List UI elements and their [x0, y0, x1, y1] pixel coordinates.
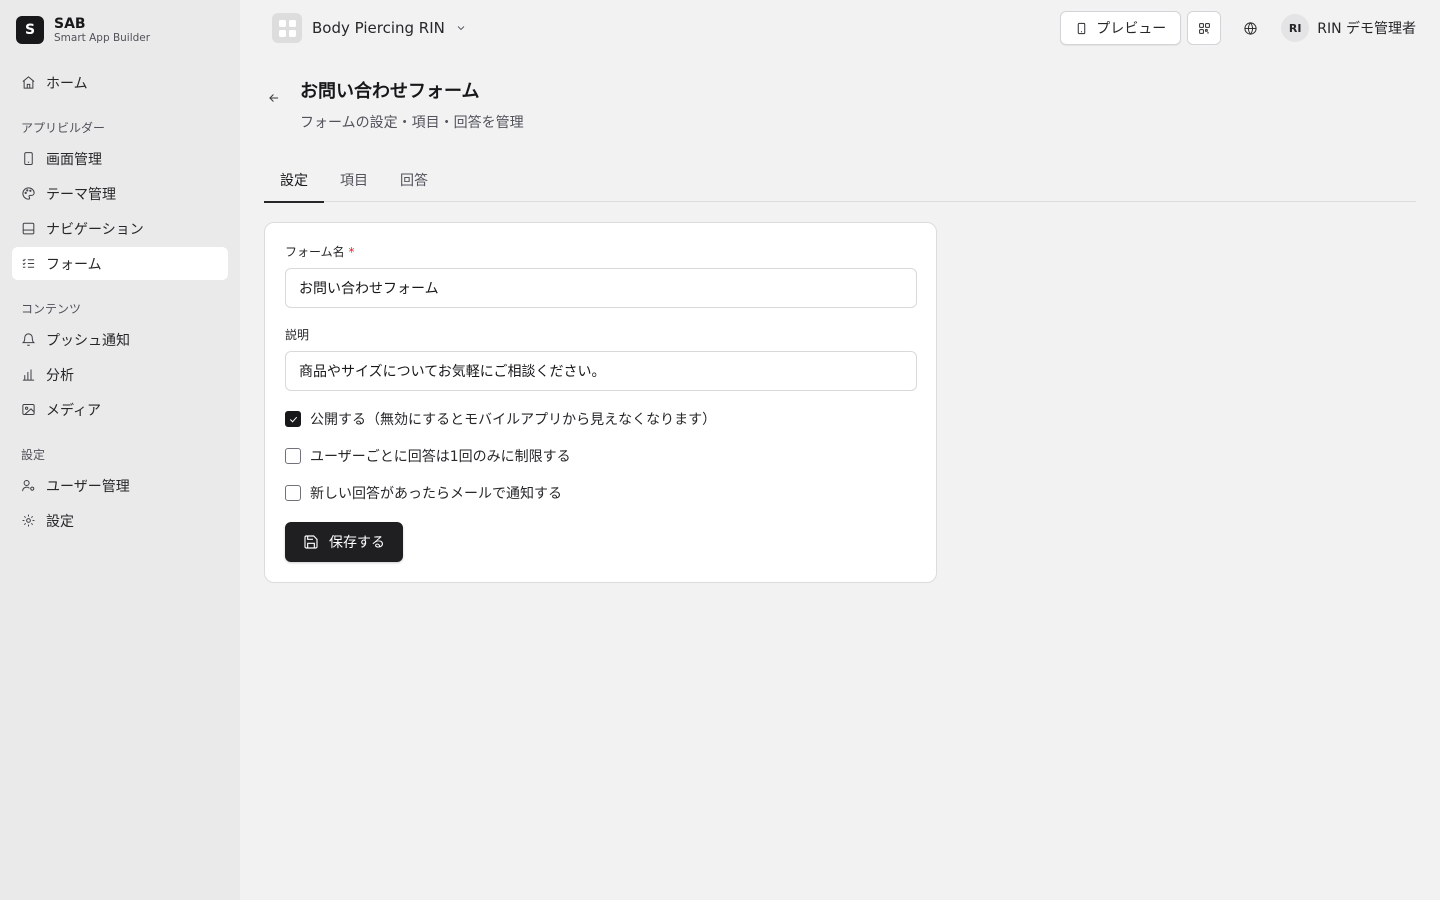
sidebar-item-label: 分析 — [46, 367, 74, 384]
sidebar-item-theme[interactable]: テーマ管理 — [12, 177, 228, 210]
sidebar-item-label: フォーム — [46, 256, 102, 273]
sidebar-nav: ホーム アプリビルダー 画面管理 テーマ管理 ナビゲーション フォーム コンテン… — [12, 66, 228, 537]
chevron-down-icon — [455, 19, 467, 38]
page-heading: お問い合わせフォーム フォームの設定・項目・回答を管理 — [300, 80, 524, 132]
brand-logo: S — [16, 16, 44, 44]
publish-option-label: 公開する（無効にするとモバイルアプリから見えなくなります） — [310, 412, 717, 428]
qr-code-button[interactable] — [1187, 11, 1222, 45]
publish-option[interactable]: 公開する（無効にするとモバイルアプリから見えなくなります） — [285, 409, 916, 429]
sidebar: S SAB Smart App Builder ホーム アプリビルダー 画面管理… — [0, 0, 240, 900]
sidebar-section-content: コンテンツ — [21, 302, 82, 316]
form-name-label: フォーム名 * — [285, 243, 916, 260]
preview-button-label: プレビュー — [1096, 20, 1167, 36]
panel-bottom-icon — [22, 222, 35, 235]
avatar: RI — [1281, 14, 1310, 42]
limit-once-option[interactable]: ユーザーごとに回答は1回のみに制限する — [285, 446, 916, 466]
sidebar-item-home[interactable]: ホーム — [12, 66, 228, 99]
tab-bar: 設定 項目 回答 — [264, 158, 1416, 203]
sidebar-item-navigation[interactable]: ナビゲーション — [12, 212, 228, 245]
app-root: S SAB Smart App Builder ホーム アプリビルダー 画面管理… — [0, 0, 1440, 900]
language-button[interactable] — [1233, 11, 1267, 45]
page-title: お問い合わせフォーム — [300, 81, 480, 102]
sidebar-item-label: ホーム — [46, 75, 88, 92]
sidebar-section-settings: 設定 — [21, 448, 46, 462]
form-name-label-text: フォーム名 — [285, 245, 345, 259]
email-notify-checkbox[interactable] — [285, 485, 301, 501]
sidebar-section-builder: アプリビルダー — [21, 121, 106, 135]
email-notify-option[interactable]: 新しい回答があったらメールで通知する — [285, 483, 916, 503]
back-button[interactable] — [264, 88, 284, 108]
user-menu[interactable]: RI RIN デモ管理者 — [1281, 14, 1416, 42]
topbar: Body Piercing RIN プレビュー RI RIN デモ管理者 — [240, 0, 1440, 56]
publish-checkbox[interactable] — [285, 411, 301, 427]
sidebar-item-push[interactable]: プッシュ通知 — [12, 323, 228, 356]
smartphone-icon — [1077, 22, 1086, 34]
form-settings-card: フォーム名 * 説明 公開する（無効にするとモバイルアプリから見えなくなります） — [264, 222, 937, 583]
tab-fields[interactable]: 項目 — [324, 158, 384, 202]
description-input[interactable] — [285, 351, 917, 391]
sidebar-item-label: ユーザー管理 — [46, 478, 130, 495]
topbar-actions: プレビュー RI RIN デモ管理者 — [1060, 11, 1416, 45]
grid-icon — [272, 13, 302, 43]
sidebar-item-screens[interactable]: 画面管理 — [12, 142, 228, 175]
brand-subtitle: Smart App Builder — [54, 32, 151, 45]
page-header: お問い合わせフォーム フォームの設定・項目・回答を管理 — [264, 80, 1416, 132]
form-name-input[interactable] — [285, 268, 917, 308]
form-name-field: フォーム名 * — [285, 243, 917, 308]
image-icon — [22, 404, 35, 415]
tab-responses[interactable]: 回答 — [384, 158, 444, 202]
qr-code-icon — [1198, 22, 1210, 34]
user-cog-icon — [22, 480, 35, 492]
sidebar-item-label: メディア — [46, 402, 102, 419]
sidebar-item-label: テーマ管理 — [46, 186, 116, 203]
content: お問い合わせフォーム フォームの設定・項目・回答を管理 設定 項目 回答 フォー… — [240, 56, 1440, 583]
save-button-label: 保存する — [329, 535, 385, 551]
brand[interactable]: S SAB Smart App Builder — [12, 12, 228, 46]
preview-button[interactable]: プレビュー — [1060, 11, 1182, 45]
limit-once-checkbox[interactable] — [285, 448, 301, 464]
required-mark: * — [348, 245, 355, 259]
sidebar-item-users[interactable]: ユーザー管理 — [12, 469, 228, 502]
app-name: Body Piercing RIN — [312, 19, 445, 37]
bell-icon — [21, 333, 36, 346]
sidebar-item-label: 画面管理 — [46, 151, 102, 168]
gear-icon — [22, 514, 35, 527]
home-icon — [22, 76, 35, 89]
page-subtitle: フォームの設定・項目・回答を管理 — [300, 115, 524, 131]
app-switcher[interactable]: Body Piercing RIN — [272, 13, 467, 43]
user-name: RIN デモ管理者 — [1317, 21, 1416, 37]
sidebar-item-settings[interactable]: 設定 — [12, 504, 228, 537]
smartphone-icon — [24, 152, 33, 165]
globe-icon — [1244, 21, 1257, 35]
save-button[interactable]: 保存する — [285, 522, 403, 562]
email-notify-option-label: 新しい回答があったらメールで通知する — [310, 486, 562, 502]
sidebar-item-label: 設定 — [46, 513, 74, 530]
palette-icon — [22, 187, 35, 200]
arrow-left-icon — [269, 94, 279, 102]
sidebar-item-label: プッシュ通知 — [46, 332, 130, 349]
sidebar-item-analytics[interactable]: 分析 — [12, 358, 228, 391]
brand-name: SAB — [54, 15, 86, 32]
main-area: Body Piercing RIN プレビュー RI RIN デモ管理者 お問い… — [240, 0, 1440, 900]
brand-text: SAB Smart App Builder — [54, 16, 150, 44]
sidebar-item-label: ナビゲーション — [46, 221, 144, 238]
check-icon — [289, 416, 297, 423]
bar-chart-icon — [22, 369, 35, 381]
description-field: 説明 — [285, 326, 917, 391]
save-icon — [304, 535, 318, 549]
description-label: 説明 — [285, 328, 310, 342]
sidebar-item-media[interactable]: メディア — [12, 393, 228, 426]
limit-once-option-label: ユーザーごとに回答は1回のみに制限する — [310, 449, 571, 465]
tab-settings[interactable]: 設定 — [264, 158, 324, 203]
list-checks-icon — [22, 258, 35, 268]
sidebar-item-forms[interactable]: フォーム — [12, 247, 228, 280]
